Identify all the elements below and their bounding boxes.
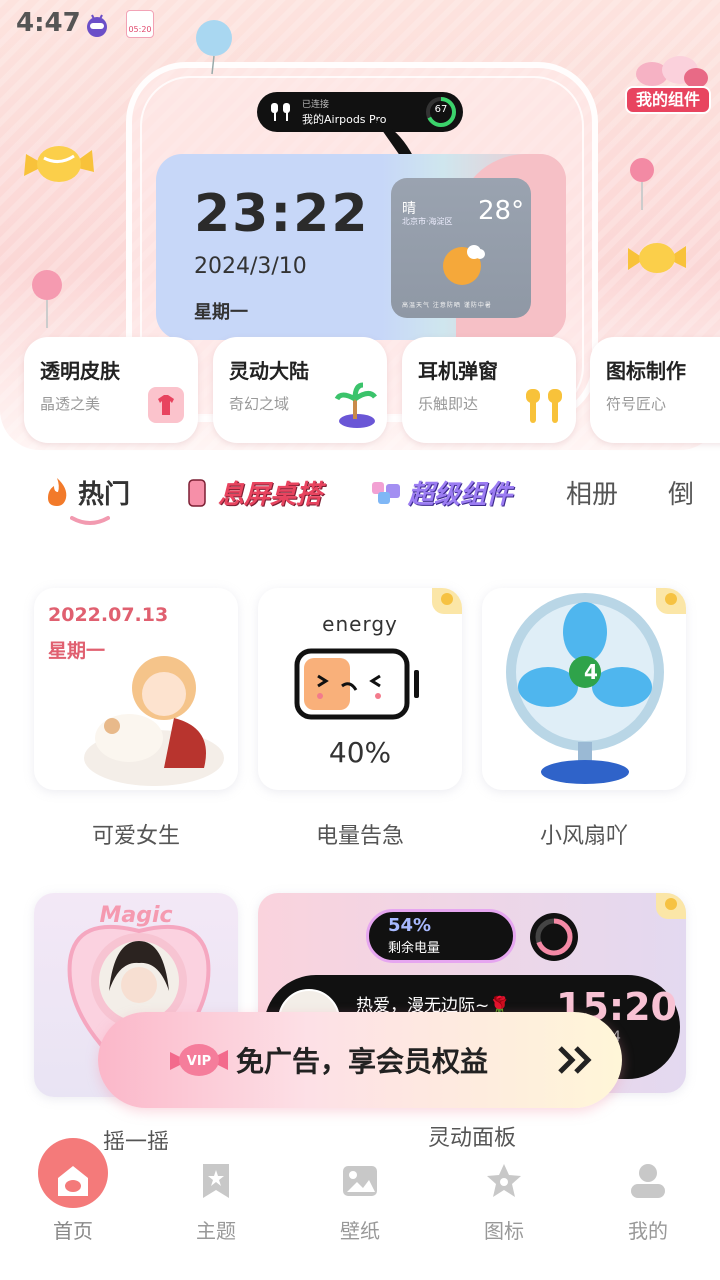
tab-countdown[interactable]: 倒 [668,474,694,511]
card-label: 电量告急 [315,824,404,849]
image-icon [343,1166,377,1196]
double-chevron-right-icon[interactable] [556,1044,596,1076]
my-widget-button[interactable]: 我的组件 [625,86,711,114]
balloon-icon [196,20,232,75]
feature-subtitle: 晶透之美 [40,395,101,413]
notif-text: 05:20 [128,25,152,34]
nav-label-theme: 主题 [196,1219,236,1243]
widget-blocks-icon [372,482,400,504]
clock-weekday: 星期一 [194,302,248,323]
candy-home-icon [58,1166,88,1196]
fan-speed: 4 [584,660,598,684]
island-status: 已连接 [302,100,330,110]
feature-card-earbuds-popup[interactable]: 耳机弹窗 乐触即达 [402,337,576,443]
palm-island-icon [334,382,377,428]
nav-item-home[interactable] [28,1162,118,1200]
weather-condition: 晴 [402,201,416,217]
lollipop-icon [630,158,654,210]
sun-icon [443,245,485,285]
card-label: 灵动面板 [427,1126,516,1151]
fire-icon [48,478,67,506]
status-time: 4:47 [16,8,81,38]
energy-title: energy [322,612,398,636]
vip-text: VIP [187,1054,211,1069]
widget-card-little-fan[interactable]: 4 [482,588,686,790]
battery-face-icon [294,648,419,720]
island-battery: 67 [434,104,448,115]
feature-subtitle: 奇幻之域 [229,395,290,413]
nav-label-icons: 图标 [484,1219,524,1243]
feature-card-transparent-skin[interactable]: 透明皮肤 晶透之美 [24,337,198,443]
shirt-icon [148,387,184,423]
airpods-icon [271,103,290,121]
feature-title: 耳机弹窗 [418,359,498,383]
card-label: 可爱女生 [91,824,180,849]
tab-album[interactable]: 相册 [566,474,618,511]
panel-battery-label: 剩余电量 [388,941,441,956]
lollipop-icon [32,270,62,328]
crown-icon [441,593,453,605]
tab-aod-desk[interactable]: 息屏桌搭 [218,474,322,511]
feature-card-dynamic-land[interactable]: 灵动大陆 奇幻之域 [213,337,387,443]
energy-percent: 40% [328,736,392,769]
notification-icon: 05:20 [126,10,154,38]
tab-underline [70,516,110,525]
panel-battery-pct: 54% [388,915,432,936]
weather-temp: 28° [478,196,525,226]
card-date: 2022.07.13 [48,604,169,626]
weather-footer: 高温天气 注意防晒 谨防中暑 [402,302,492,309]
earbuds-icon [526,389,562,423]
nav-label-profile: 我的 [628,1219,668,1243]
person-icon [631,1164,665,1198]
nav-item-theme[interactable] [171,1162,261,1200]
fan-icon [506,593,664,784]
tab-hot[interactable]: 热门 [78,474,130,511]
feature-title: 图标制作 [606,359,686,383]
nav-item-profile[interactable] [603,1162,693,1200]
bookmark-star-icon [203,1164,229,1198]
panel-ring-icon [530,913,578,961]
star-icon [487,1164,521,1197]
vip-badge [656,893,686,919]
vip-candy-icon: VIP [170,1044,228,1076]
candy-icon [628,243,686,273]
status-bar: 4:47 05:20 [0,0,720,48]
nav-item-wallpaper[interactable] [315,1162,405,1200]
nav-label-home: 首页 [53,1219,93,1243]
card-weekday: 星期一 [48,640,106,662]
vip-badge [432,588,462,614]
feature-subtitle: 乐触即达 [418,395,479,413]
clock-time: 23:22 [194,184,370,244]
candy-pile-icon [636,56,708,88]
tab-super-widget[interactable]: 超级组件 [408,474,512,511]
weather-location: 北京市·海淀区 [402,217,453,226]
crown-icon [665,898,677,910]
phone-icon [188,479,206,507]
clock-date: 2024/3/10 [194,254,307,279]
magic-text: Magic [99,903,173,928]
feature-subtitle: 符号匠心 [606,395,667,413]
candy-icon [24,146,94,182]
card-label: 小风扇吖 [539,824,628,849]
nav-label-wallpaper: 壁纸 [340,1219,380,1243]
nav-item-icons[interactable] [459,1162,549,1200]
feature-card-icon-maker[interactable]: 图标制作 符号匠心 [590,337,720,443]
promo-text: 免广告，享会员权益 [236,1045,489,1078]
robot-icon [87,14,107,37]
feature-title: 透明皮肤 [40,359,120,383]
feature-title: 灵动大陆 [229,359,309,383]
